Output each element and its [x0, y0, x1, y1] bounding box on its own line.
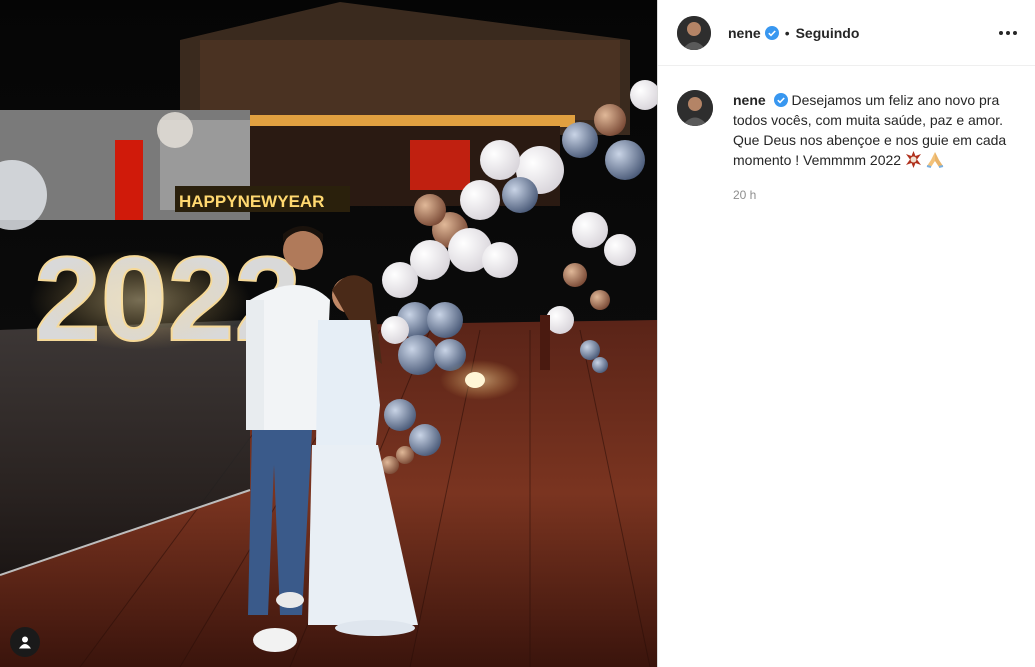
party-scene-image: HAPPYNEWYEAR 2022	[0, 0, 657, 667]
post-timestamp[interactable]: 20 h	[733, 185, 1018, 205]
caption-username-link[interactable]: nene	[733, 92, 766, 108]
avatar[interactable]	[677, 15, 711, 50]
profile-photo-icon	[677, 15, 711, 50]
profile-photo-icon	[677, 90, 713, 126]
caption-text-line2: Que Deus nos abençoe e nos guie em cada …	[733, 130, 1018, 173]
post-header: nene • Seguindo	[658, 0, 1035, 66]
post-dialog: HAPPYNEWYEAR 2022	[0, 0, 1035, 667]
separator-dot: •	[784, 24, 790, 41]
tagged-users-button[interactable]	[10, 627, 40, 657]
post-details-panel: nene • Seguindo nene Desejamos um feliz …	[657, 0, 1035, 667]
sparkle-burst-emoji-icon	[905, 151, 922, 173]
following-button[interactable]: Seguindo	[796, 25, 860, 41]
happy-new-year-sign: HAPPYNEWYEAR	[179, 192, 324, 211]
verified-badge-icon	[764, 25, 779, 40]
caption-body: nene Desejamos um feliz ano novo pra tod…	[733, 90, 1018, 205]
post-photo[interactable]: HAPPYNEWYEAR 2022	[0, 0, 657, 667]
praying-hands-emoji-icon	[926, 151, 944, 173]
caption-comment: nene Desejamos um feliz ano novo pra tod…	[658, 66, 1035, 205]
verified-badge-icon	[773, 93, 788, 107]
user-icon	[19, 636, 31, 649]
username-link[interactable]: nene	[728, 25, 761, 41]
caption-avatar[interactable]	[677, 90, 713, 126]
more-options-icon[interactable]	[997, 25, 1019, 41]
